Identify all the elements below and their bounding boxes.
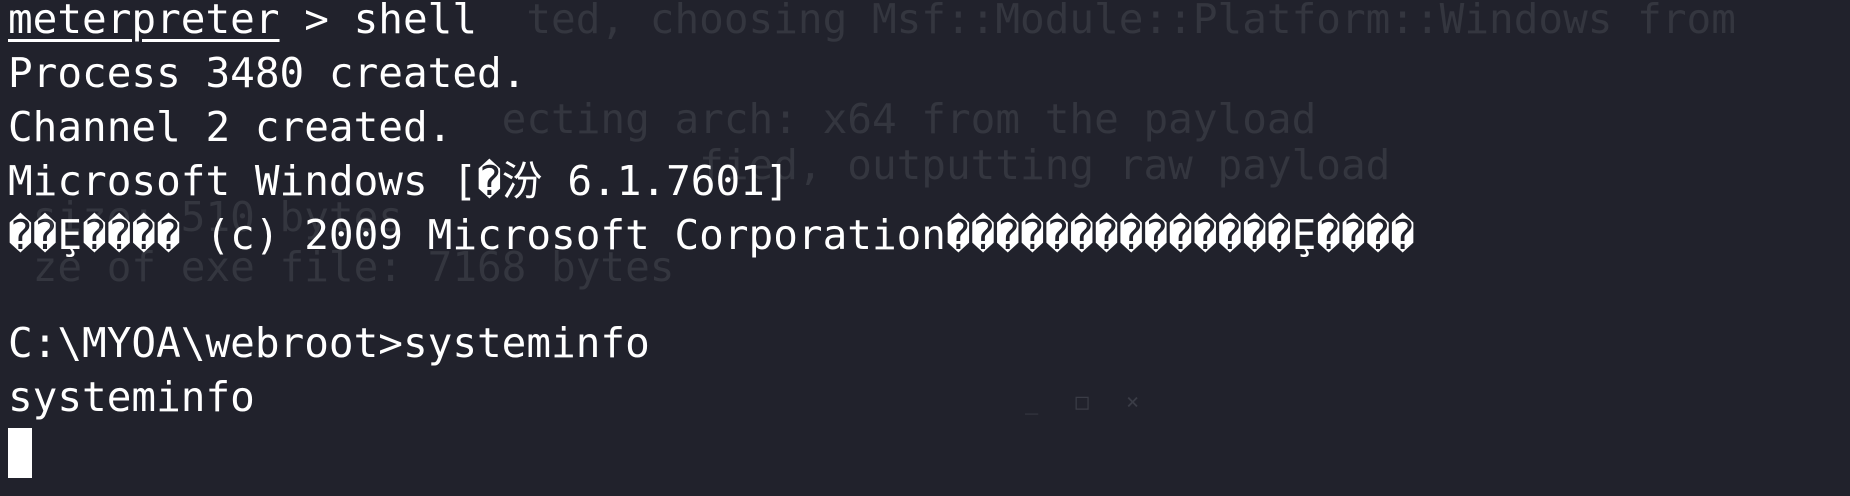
output-line: Microsoft Windows [�汾 6.1.7601]	[8, 157, 790, 205]
terminal-output: meterpreter > shell Process 3480 created…	[8, 0, 1838, 478]
input-line[interactable]	[8, 424, 1838, 478]
output-line: systeminfo	[8, 373, 255, 421]
prompt-line: meterpreter > shell	[8, 0, 1838, 46]
output-line: C:\MYOA\webroot>systeminfo	[8, 319, 650, 367]
text-cursor	[8, 428, 32, 478]
terminal-window[interactable]: ted, choosing Msf::Module::Platform::Win…	[0, 0, 1850, 496]
output-line: ��Ȩ���� (c) 2009 Microsoft Corporation��…	[8, 211, 1415, 259]
meterpreter-prompt: meterpreter	[8, 0, 280, 43]
output-line: Process 3480 created.	[8, 49, 527, 97]
output-line: Channel 2 created.	[8, 103, 453, 151]
prompt-command: > shell	[279, 0, 478, 43]
